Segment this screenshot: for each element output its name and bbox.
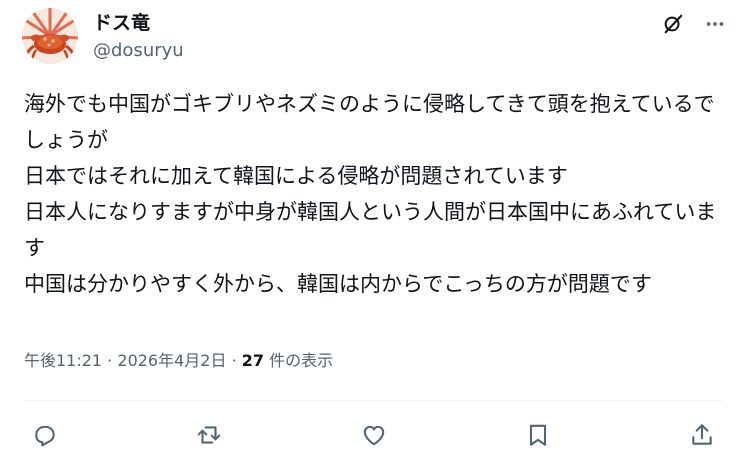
views-count: 27 bbox=[241, 351, 265, 370]
author-info: ドス竜 @dosuryu bbox=[93, 10, 184, 64]
more-icon[interactable] bbox=[703, 12, 727, 36]
share-icon bbox=[692, 424, 712, 445]
like-button[interactable] bbox=[359, 420, 389, 450]
like-icon bbox=[363, 425, 384, 446]
reply-icon bbox=[35, 425, 55, 447]
share-button[interactable] bbox=[687, 420, 717, 450]
tweet-meta: 午後11:21 · 2026年4月2日 · 27 件の表示 bbox=[24, 350, 333, 372]
bookmark-button[interactable] bbox=[523, 420, 553, 450]
timestamp-date[interactable]: 2026年4月2日 bbox=[117, 351, 226, 370]
repost-button[interactable] bbox=[194, 420, 224, 450]
tweet-line: 中国は分かりやすく外から、韓国は内からでこっちの方が問題です bbox=[24, 272, 652, 296]
action-bar bbox=[30, 420, 717, 450]
display-name[interactable]: ドス竜 bbox=[93, 10, 184, 36]
crab-avatar-image bbox=[22, 8, 78, 64]
avatar[interactable] bbox=[22, 8, 78, 64]
header-actions bbox=[661, 12, 727, 36]
timestamp-time[interactable]: 午後11:21 bbox=[24, 351, 102, 370]
tweet-card: ドス竜 @dosuryu 海外でも中国がゴキブリやネズミのように侵略してきて頭を… bbox=[0, 0, 747, 472]
bookmark-icon bbox=[529, 424, 546, 446]
meta-separator: · bbox=[226, 351, 242, 370]
meta-separator: · bbox=[102, 351, 118, 370]
views-label: 件の表示 bbox=[264, 351, 334, 370]
tweet-line: 日本ではそれに加えて韓国による侵略が問題されています bbox=[24, 164, 568, 188]
divider bbox=[24, 400, 723, 401]
user-handle[interactable]: @dosuryu bbox=[93, 38, 184, 64]
reply-button[interactable] bbox=[30, 420, 60, 450]
tweet-line: 日本人になりすますが中身が韓国人という人間が日本国中にあふれています bbox=[24, 200, 717, 260]
tweet-text: 海外でも中国がゴキブリやネズミのように侵略してきて頭を抱えているでしょうが 日本… bbox=[24, 86, 724, 302]
repost-icon bbox=[197, 426, 221, 444]
tweet-line: 海外でも中国がゴキブリやネズミのように侵略してきて頭を抱えているでしょうが bbox=[24, 92, 715, 152]
grok-icon[interactable] bbox=[661, 12, 685, 36]
